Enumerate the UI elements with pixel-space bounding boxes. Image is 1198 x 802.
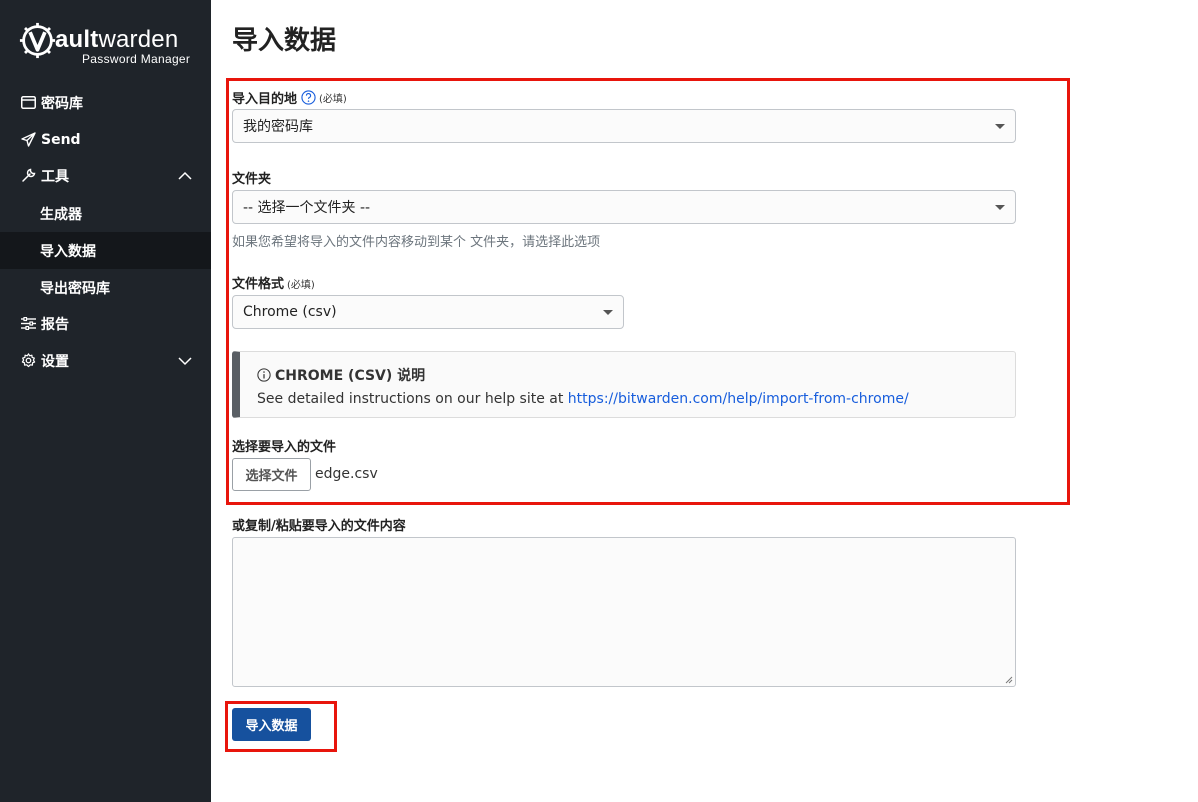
logo-subtitle: Password Manager [82, 52, 191, 66]
highlight-box-form [226, 78, 1070, 505]
sidebar-subitem-label: 导出密码库 [40, 280, 110, 297]
sidebar-item-settings[interactable]: 设置 [0, 342, 211, 379]
sidebar-item-tools[interactable]: 工具 [0, 157, 211, 194]
vaultwarden-logo[interactable]: aultwarden Password Manager [19, 22, 199, 66]
highlight-box-submit [225, 701, 337, 752]
sidebar-item-label: Send [41, 131, 81, 148]
sidebar: aultwarden Password Manager 密码库 Send 工具 … [0, 0, 211, 802]
sidebar-item-label: 设置 [41, 353, 69, 370]
resize-grip-icon[interactable] [1005, 676, 1013, 684]
sidebar-item-label: 密码库 [41, 95, 83, 112]
vault-icon [20, 95, 36, 111]
reports-icon [20, 316, 36, 332]
file-contents-textarea[interactable] [232, 537, 1016, 687]
chevron-up-icon[interactable] [177, 168, 193, 184]
sidebar-subitem-label: 导入数据 [40, 243, 96, 260]
sidebar-subitem-generator[interactable]: 生成器 [0, 195, 211, 232]
vaultwarden-logo-icon [19, 22, 56, 59]
sidebar-item-label: 报告 [41, 316, 69, 333]
sidebar-subitem-import[interactable]: 导入数据 [0, 232, 211, 269]
send-icon [20, 132, 36, 148]
sidebar-item-label: 工具 [41, 168, 69, 185]
sidebar-item-vault[interactable]: 密码库 [0, 84, 211, 121]
paste-label: 或复制/粘贴要导入的文件内容 [232, 519, 406, 534]
sidebar-subitem-export[interactable]: 导出密码库 [0, 269, 211, 306]
gear-icon [20, 353, 36, 369]
sidebar-item-reports[interactable]: 报告 [0, 305, 211, 342]
logo-wordmark: aultwarden [55, 26, 179, 53]
page-title: 导入数据 [232, 26, 337, 56]
main-content: 导入数据 导入目的地 (必填) 我的密码库 文件夹 -- 选择一个文件夹 -- … [211, 0, 1198, 802]
sidebar-subitem-label: 生成器 [40, 206, 82, 223]
sidebar-item-send[interactable]: Send [0, 121, 211, 158]
wrench-icon [20, 168, 36, 184]
chevron-down-icon[interactable] [177, 353, 193, 369]
